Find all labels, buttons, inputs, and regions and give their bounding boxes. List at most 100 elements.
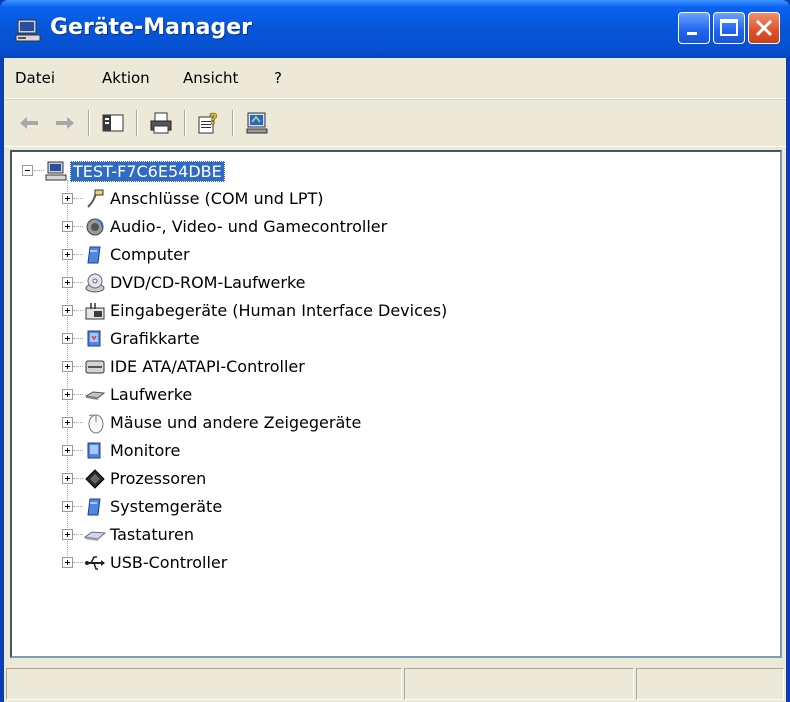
tree-item[interactable]: Prozessoren — [12, 466, 512, 492]
status-pane — [404, 668, 634, 700]
port-icon — [87, 189, 104, 208]
tree-item-label: Mäuse und andere Zeigegeräte — [110, 413, 362, 432]
device-tree[interactable]: TEST-F7C6E54DBE Anschlüsse (COM und LPT) — [10, 150, 782, 658]
monitor-icon — [87, 442, 101, 459]
hid-icon — [85, 303, 105, 320]
close-button[interactable] — [748, 12, 780, 44]
tree-item-label: IDE ATA/ATAPI-Controller — [110, 357, 305, 376]
tree-item-label: Computer — [110, 245, 190, 264]
tree-item-label: Laufwerke — [110, 385, 193, 404]
toolbar: ? — [4, 99, 786, 147]
tree-connector — [73, 366, 83, 368]
menu-ansicht[interactable]: Ansicht — [183, 69, 238, 87]
tree-item-label: Audio-, Video- und Gamecontroller — [110, 217, 388, 236]
maximize-button[interactable] — [713, 12, 745, 44]
tree-item-label: Anschlüsse (COM und LPT) — [110, 189, 324, 208]
expand-toggle[interactable] — [62, 305, 73, 316]
tree-connector — [34, 170, 44, 172]
tree-item-label: Monitore — [110, 441, 181, 460]
display-adapter-icon — [87, 330, 101, 347]
show-hide-console-tree-icon[interactable] — [100, 110, 126, 136]
tree-item-label: Eingabegeräte (Human Interface Devices) — [110, 301, 448, 320]
menu-datei[interactable]: Datei — [15, 69, 55, 87]
tree-item[interactable]: Audio-, Video- und Gamecontroller — [12, 214, 512, 240]
forward-arrow-icon[interactable] — [52, 110, 78, 136]
expand-toggle[interactable] — [62, 389, 73, 400]
processor-icon — [85, 469, 105, 489]
tree-item[interactable]: Laufwerke — [12, 382, 512, 408]
expand-toggle[interactable] — [62, 445, 73, 456]
device-manager-icon — [15, 19, 41, 42]
menu-aktion[interactable]: Aktion — [102, 69, 150, 87]
expand-toggle[interactable] — [62, 361, 73, 372]
expand-toggle[interactable] — [62, 529, 73, 540]
computer-device-icon — [87, 246, 101, 264]
tree-item[interactable]: Eingabegeräte (Human Interface Devices) — [12, 298, 572, 324]
window-title: Geräte-Manager — [50, 15, 253, 40]
system-devices-icon — [87, 498, 101, 516]
tree-item-label: Grafikkarte — [110, 329, 200, 348]
cd-drive-icon — [85, 273, 105, 293]
tree-item[interactable]: USB-Controller — [12, 550, 512, 576]
printer-icon[interactable] — [148, 110, 174, 136]
tree-item-label: DVD/CD-ROM-Laufwerke — [110, 273, 306, 292]
expand-toggle[interactable] — [62, 333, 73, 344]
tree-root[interactable]: TEST-F7C6E54DBE — [12, 158, 312, 184]
expand-toggle[interactable] — [62, 501, 73, 512]
tree-connector — [73, 282, 83, 284]
expand-toggle[interactable] — [62, 193, 73, 204]
tree-item[interactable]: Mäuse und andere Zeigegeräte — [12, 410, 512, 436]
expand-toggle[interactable] — [62, 557, 73, 568]
tree-connector — [73, 506, 83, 508]
keyboard-icon — [84, 531, 106, 541]
tree-item-label: Prozessoren — [110, 469, 207, 488]
tree-connector — [73, 534, 83, 536]
disk-drive-icon — [84, 391, 106, 400]
svg-text:?: ? — [209, 110, 218, 128]
expand-toggle[interactable] — [62, 221, 73, 232]
scan-hardware-icon[interactable] — [244, 110, 270, 136]
close-icon — [755, 19, 773, 37]
tree-item[interactable]: Monitore — [12, 438, 512, 464]
status-pane — [6, 668, 402, 700]
collapse-toggle[interactable] — [22, 165, 33, 176]
tree-connector — [73, 450, 83, 452]
tree-item-label: Tastaturen — [110, 525, 194, 544]
expand-toggle[interactable] — [62, 277, 73, 288]
tree-item[interactable]: Grafikkarte — [12, 326, 512, 352]
tree-connector — [73, 338, 83, 340]
tree-root-label: TEST-F7C6E54DBE — [70, 161, 225, 182]
minimize-icon — [687, 32, 697, 35]
expand-toggle[interactable] — [62, 417, 73, 428]
tree-item-label: USB-Controller — [110, 553, 228, 572]
back-arrow-icon[interactable] — [16, 110, 42, 136]
usb-icon — [85, 556, 105, 570]
toolbar-separator — [88, 110, 90, 136]
toolbar-separator — [136, 110, 138, 136]
expand-toggle[interactable] — [62, 473, 73, 484]
expand-toggle[interactable] — [62, 249, 73, 260]
tree-connector — [73, 478, 83, 480]
tree-item[interactable]: Computer — [12, 242, 512, 268]
tree-item[interactable]: Tastaturen — [12, 522, 512, 548]
tree-item[interactable]: IDE ATA/ATAPI-Controller — [12, 354, 512, 380]
minimize-button[interactable] — [678, 12, 710, 44]
tree-connector — [73, 562, 83, 564]
help-properties-icon[interactable]: ? — [196, 110, 222, 136]
tree-item[interactable]: DVD/CD-ROM-Laufwerke — [12, 270, 512, 296]
device-manager-window: Geräte-Manager Datei Aktion Ansicht ? ? … — [0, 0, 790, 702]
title-bar[interactable]: Geräte-Manager — [0, 0, 790, 58]
tree-item[interactable]: Systemgeräte — [12, 494, 512, 520]
maximize-icon — [720, 19, 738, 36]
toolbar-separator — [184, 110, 186, 136]
menu-help[interactable]: ? — [274, 69, 282, 87]
status-pane — [636, 668, 784, 700]
mouse-icon — [88, 414, 104, 434]
menu-bar: Datei Aktion Ansicht ? — [4, 58, 786, 99]
status-bar — [4, 662, 786, 702]
toolbar-separator — [232, 110, 234, 136]
tree-connector — [73, 254, 83, 256]
computer-icon — [45, 161, 67, 181]
tree-item[interactable]: Anschlüsse (COM und LPT) — [12, 186, 512, 212]
tree-connector — [73, 226, 83, 228]
